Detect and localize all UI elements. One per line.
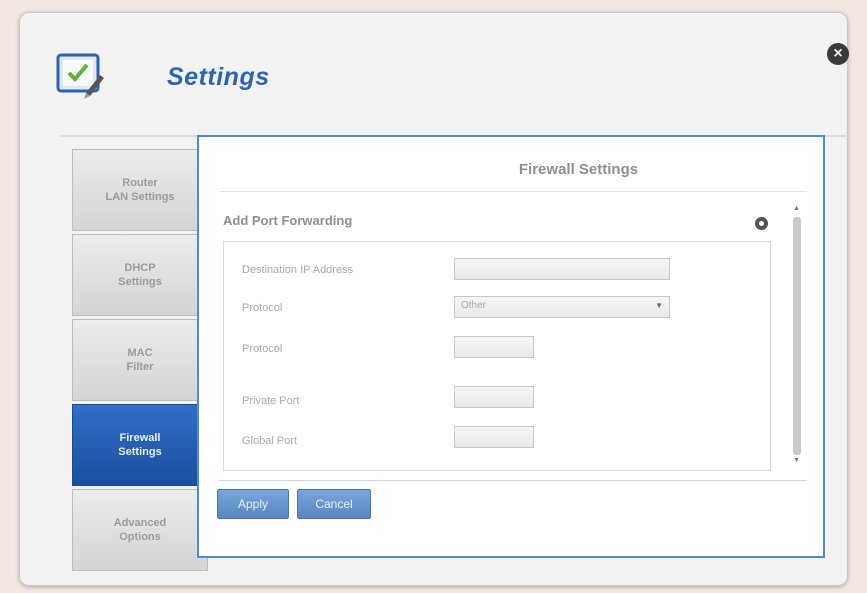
sidebar-item-router-lan-settings[interactable]: Router LAN Settings (72, 149, 208, 231)
sidebar-item-label: DHCP (124, 262, 156, 274)
section-title: Add Port Forwarding (223, 213, 353, 228)
sidebar-item-label: Filter (126, 361, 154, 373)
form-footer-divider (219, 480, 807, 481)
sidebar-item-label: LAN Settings (105, 191, 175, 203)
apply-button[interactable]: Apply (217, 489, 289, 519)
protocol-select-label: Protocol (242, 302, 283, 314)
sidebar-item-label: Settings (118, 276, 162, 288)
global-port-field[interactable] (454, 426, 534, 448)
global-port-label: Global Port (242, 435, 298, 447)
sidebar-item-label: Firewall (119, 432, 161, 444)
scroll-up-icon[interactable]: ▲ (793, 205, 800, 212)
scroll-down-icon[interactable]: ▼ (793, 457, 800, 464)
sidebar-item-mac-filter[interactable]: MAC Filter (72, 319, 208, 401)
chevron-down-icon: ▼ (655, 301, 663, 310)
port-forwarding-form: Destination IP Address Protocol Other ▼ … (223, 241, 771, 471)
protocol-select-value: Other (461, 300, 487, 311)
sidebar-item-label: MAC (127, 347, 153, 359)
cancel-button[interactable]: Cancel (297, 489, 371, 519)
protocol-number-field[interactable] (454, 336, 534, 358)
protocol-number-label: Protocol (242, 343, 283, 355)
protocol-select[interactable]: Other ▼ (454, 296, 670, 318)
close-icon[interactable]: × (827, 43, 849, 65)
sidebar: Router LAN Settings DHCP Settings MAC Fi… (72, 149, 210, 571)
private-port-field[interactable] (454, 386, 534, 408)
scrollbar-thumb[interactable] (793, 217, 801, 455)
window-title: Settings (167, 63, 270, 91)
sidebar-item-label: Advanced (113, 517, 167, 529)
gear-icon[interactable] (755, 217, 768, 230)
title-divider (219, 191, 807, 192)
page-title-text: Firewall Settings (518, 161, 639, 178)
scrollbar[interactable]: ▲ ▼ (791, 205, 803, 467)
sidebar-item-firewall-settings[interactable]: Firewall Settings (72, 404, 208, 486)
sidebar-item-label: Router (122, 177, 158, 189)
sidebar-item-label: Options (119, 531, 161, 543)
page-title: Firewall Settings (199, 161, 823, 178)
private-port-label: Private Port (242, 395, 300, 407)
destination-ip-label: Destination IP Address (242, 264, 354, 276)
sidebar-item-dhcp-settings[interactable]: DHCP Settings (72, 234, 208, 316)
sidebar-item-advanced-options[interactable]: Advanced Options (72, 489, 208, 571)
sidebar-item-label: Settings (118, 446, 162, 458)
content-panel: Firewall Settings Add Port Forwarding De… (197, 135, 825, 558)
settings-checklist-icon (56, 51, 106, 101)
settings-window: Settings × Router LAN Settings DHCP Sett… (19, 12, 850, 586)
destination-ip-field[interactable] (454, 258, 670, 280)
